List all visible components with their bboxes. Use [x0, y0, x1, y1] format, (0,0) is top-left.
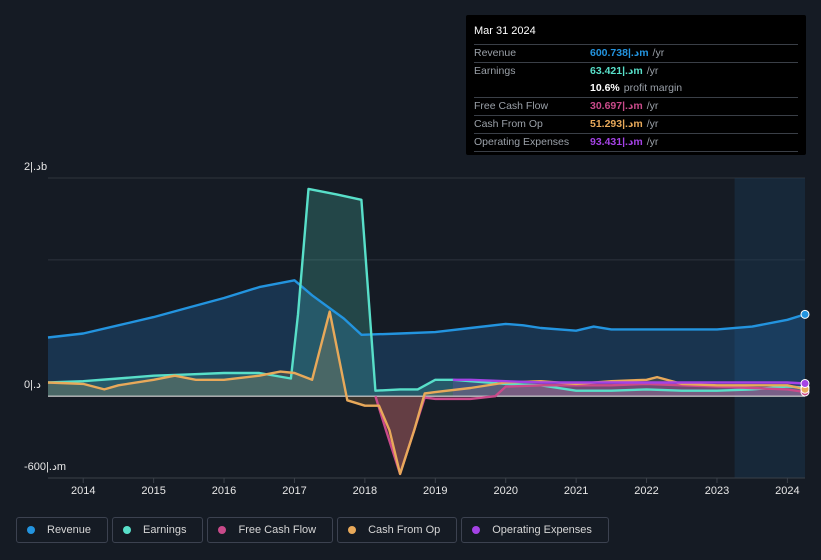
- tooltip-value: 10.6%: [590, 82, 620, 94]
- legend-label: Free Cash Flow: [238, 524, 317, 536]
- tooltip-unit: /yr: [646, 136, 659, 148]
- tooltip-row-cash-from-op: Cash From Op 51.293|.دm /yr: [474, 115, 798, 133]
- tooltip-row-free-cash-flow: Free Cash Flow 30.697|.دm /yr: [474, 97, 798, 115]
- free-cash-flow-dot-icon: [218, 526, 227, 534]
- legend-label: Earnings: [143, 524, 187, 536]
- x-tick-label: 2014: [70, 485, 96, 497]
- operating-expenses-end-marker: [800, 379, 810, 388]
- tooltip-label: [474, 80, 590, 97]
- revenue-end-marker: [800, 309, 810, 319]
- x-axis-ticks: [48, 477, 805, 483]
- y-tick-label-top: 2|.دb: [24, 161, 48, 173]
- tooltip-unit: /yr: [646, 100, 659, 112]
- cash-from-op-dot-icon: [348, 526, 357, 534]
- tooltip-row-profit-margin: 10.6% profit margin: [474, 80, 798, 97]
- tooltip-date: Mar 31 2024: [474, 25, 536, 37]
- x-tick-label: 2016: [211, 485, 237, 497]
- tooltip-row-earnings: Earnings 63.421|.دm /yr: [474, 62, 798, 80]
- legend-item-free-cash-flow[interactable]: Free Cash Flow: [207, 517, 334, 543]
- tooltip-row-operating-expenses: Operating Expenses 93.431|.دm /yr: [474, 133, 798, 151]
- x-tick-label: 2023: [704, 485, 730, 497]
- tooltip-unit: profit margin: [623, 82, 683, 94]
- x-tick-label: 2021: [563, 485, 589, 497]
- tooltip-label: Earnings: [474, 65, 516, 77]
- y-tick-label-zero: 0|.د: [24, 379, 41, 391]
- tooltip-label: Free Cash Flow: [474, 100, 549, 112]
- tooltip-label: Operating Expenses: [474, 136, 570, 148]
- x-tick-label: 2020: [493, 485, 518, 497]
- legend-label: Revenue: [47, 524, 92, 536]
- tooltip-unit: /yr: [646, 65, 659, 77]
- tooltip-value: 51.293|.دm: [590, 118, 643, 130]
- legend-item-cash-from-op[interactable]: Cash From Op: [337, 517, 458, 543]
- tooltip-unit: /yr: [646, 118, 659, 130]
- tooltip-value: 63.421|.دm: [590, 65, 643, 77]
- x-tick-label: 2017: [282, 485, 307, 497]
- x-tick-label: 2024: [775, 485, 800, 497]
- tooltip-value: 30.697|.دm: [590, 100, 643, 112]
- x-tick-label: 2018: [352, 485, 378, 497]
- tooltip-unit: /yr: [652, 47, 665, 59]
- tooltip-label: Cash From Op: [474, 118, 543, 130]
- tooltip-label: Revenue: [474, 47, 517, 59]
- legend: Revenue Earnings Free Cash Flow Cash Fro…: [16, 517, 609, 543]
- tooltip-value: 93.431|.دm: [590, 136, 643, 148]
- x-tick-label: 2022: [634, 485, 659, 497]
- x-tick-label: 2019: [423, 485, 448, 497]
- earnings-dot-icon: [123, 526, 132, 534]
- legend-item-earnings[interactable]: Earnings: [112, 517, 204, 543]
- legend-label: Operating Expenses: [492, 524, 592, 536]
- tooltip-divider: [474, 151, 798, 153]
- revenue-dot-icon: [27, 526, 35, 534]
- tooltip: Mar 31 2024 Revenue 600.738|.دm /yr Earn…: [466, 15, 806, 155]
- tooltip-row-revenue: Revenue 600.738|.دm /yr: [474, 44, 798, 62]
- legend-item-operating-expenses[interactable]: Operating Expenses: [461, 517, 609, 543]
- tooltip-value: 600.738|.دm: [590, 47, 649, 59]
- legend-item-revenue[interactable]: Revenue: [16, 517, 109, 543]
- y-tick-label-bottom: -600|.دm: [24, 461, 67, 473]
- operating-expenses-dot-icon: [472, 526, 481, 534]
- x-tick-label: 2015: [141, 485, 166, 497]
- legend-label: Cash From Op: [368, 524, 441, 536]
